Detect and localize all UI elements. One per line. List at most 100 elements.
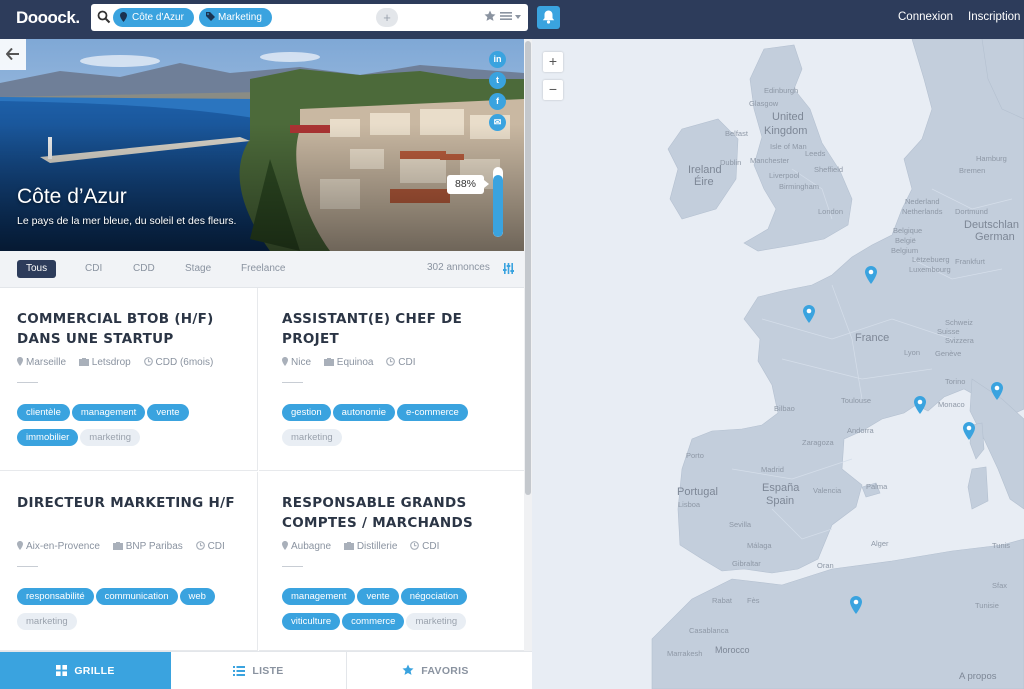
map-label: Toulouse: [841, 396, 872, 405]
job-city: Marseille: [26, 357, 67, 368]
menu-icon[interactable]: [500, 10, 512, 22]
job-title[interactable]: ASSISTANT(E) CHEF DE PROJET: [282, 309, 502, 349]
chevron-down-icon[interactable]: [515, 15, 521, 19]
filter-tab-freelance[interactable]: Freelance: [232, 260, 294, 278]
map-pin-icon[interactable]: [850, 596, 862, 614]
skill-tag[interactable]: vente: [147, 404, 189, 421]
skill-tag[interactable]: immobilier: [17, 429, 79, 446]
back-button[interactable]: [0, 39, 26, 70]
map-label: Bilbao: [774, 404, 795, 413]
skill-tag[interactable]: négociation: [400, 588, 468, 605]
job-contract: CDI: [398, 357, 416, 368]
map-panel[interactable]: + − United Kingdom Ireland Éire France E…: [532, 39, 1024, 689]
map-pin-icon[interactable]: [963, 422, 975, 440]
job-card[interactable]: COMMERCIAL BTOB (H/F) DANS UNE STARTUP M…: [0, 288, 258, 471]
job-city: Aix-en-Provence: [26, 541, 100, 552]
category-tag[interactable]: marketing: [80, 429, 141, 446]
skill-tag[interactable]: autonomie: [332, 404, 396, 421]
skill-tag[interactable]: clientèle: [17, 404, 70, 421]
zoom-in-button[interactable]: +: [543, 52, 563, 72]
notifications-button[interactable]: [537, 6, 560, 29]
map-label: Suisse: [937, 327, 960, 336]
skill-tag[interactable]: management: [71, 404, 146, 421]
map-pin-icon[interactable]: [914, 396, 926, 414]
tab-grid[interactable]: GRILLE: [0, 652, 171, 689]
zoom-out-button[interactable]: −: [543, 80, 563, 100]
tab-list[interactable]: LISTE: [171, 652, 347, 689]
job-title[interactable]: RESPONSABLE GRANDS COMPTES / MARCHANDS: [282, 493, 502, 533]
map-label: Tunis: [992, 541, 1011, 550]
map-label: London: [818, 207, 844, 216]
clock-icon: [195, 541, 205, 550]
map-label: Monaco: [938, 400, 965, 409]
map-pin-icon[interactable]: [803, 305, 815, 323]
signup-link[interactable]: Inscription: [968, 11, 1020, 23]
filter-tab-cdi[interactable]: CDI: [76, 260, 111, 278]
filter-tab-cdd[interactable]: CDD: [124, 260, 164, 278]
pin-icon: [17, 541, 23, 550]
hero-banner: in t f ✉ Côte d’Azur Le pays de la mer b…: [0, 39, 524, 251]
map-label: Rabat: [712, 596, 733, 605]
sliders-icon[interactable]: [503, 263, 514, 274]
map-label: Kingdom: [764, 125, 808, 137]
map-label: België: [895, 236, 916, 245]
map-label: Glasgow: [749, 99, 779, 108]
map-label: Belgium: [891, 246, 919, 255]
job-meta: Nice Equinoa CDI: [282, 357, 426, 368]
filter-tab-tous[interactable]: Tous: [17, 260, 57, 278]
skill-tag[interactable]: responsabilité: [17, 588, 94, 605]
star-icon[interactable]: [484, 10, 496, 22]
job-card[interactable]: ASSISTANT(E) CHEF DE PROJET Nice Equinoa…: [259, 288, 524, 471]
add-filter-button[interactable]: +: [376, 8, 398, 27]
skill-tag[interactable]: commerce: [342, 613, 405, 630]
scrollbar-thumb[interactable]: [525, 41, 531, 495]
linkedin-icon[interactable]: in: [489, 51, 506, 68]
skill-tag[interactable]: communication: [95, 588, 178, 605]
tab-favorites[interactable]: FAVORIS: [347, 652, 524, 689]
skill-tag[interactable]: management: [282, 588, 356, 605]
job-title[interactable]: DIRECTEUR MARKETING H/F: [17, 493, 237, 513]
login-link[interactable]: Connexion: [898, 11, 953, 23]
map-label: Valencia: [813, 486, 842, 495]
map-label: Isle of Man: [770, 142, 807, 151]
twitter-icon[interactable]: t: [489, 72, 506, 89]
match-percent-badge: 88%: [447, 175, 489, 194]
skill-tag[interactable]: viticulture: [282, 613, 341, 630]
map-pin-icon[interactable]: [991, 382, 1003, 400]
skill-tag[interactable]: e-commerce: [397, 404, 468, 421]
job-title[interactable]: COMMERCIAL BTOB (H/F) DANS UNE STARTUP: [17, 309, 237, 349]
map-label: France: [855, 332, 890, 344]
email-icon[interactable]: ✉: [489, 114, 506, 131]
map-label: Liverpool: [769, 171, 800, 180]
map-label: Sheffield: [814, 165, 844, 174]
divider: [282, 566, 303, 567]
category-chip[interactable]: Marketing: [199, 8, 272, 27]
map-label: Luxembourg: [909, 265, 951, 274]
job-card[interactable]: DIRECTEUR MARKETING H/F Aix-en-Provence …: [0, 472, 258, 651]
map-label: Alger: [871, 539, 889, 548]
job-meta: Marseille Letsdrop CDD (6mois): [17, 357, 223, 368]
map-label: Lyon: [904, 348, 920, 357]
map-label: Frankfurt: [955, 257, 986, 266]
logo[interactable]: Dooock.: [16, 8, 80, 28]
location-chip[interactable]: Côte d'Azur: [113, 8, 194, 27]
search-bar[interactable]: Côte d'Azur Marketing +: [91, 4, 528, 31]
job-card[interactable]: RESPONSABLE GRANDS COMPTES / MARCHANDS A…: [259, 472, 524, 651]
job-city: Aubagne: [291, 541, 332, 552]
map-label: Belfast: [725, 129, 748, 138]
building-icon: [78, 358, 89, 366]
job-contract: CDD (6mois): [155, 357, 214, 368]
category-tag[interactable]: marketing: [17, 613, 77, 630]
category-tag[interactable]: marketing: [282, 429, 342, 446]
about-link[interactable]: A propos: [959, 671, 997, 682]
skill-tag[interactable]: gestion: [282, 404, 331, 421]
facebook-icon[interactable]: f: [489, 93, 506, 110]
map-pin-icon[interactable]: [865, 266, 877, 284]
filter-tab-stage[interactable]: Stage: [176, 260, 220, 278]
pin-icon: [282, 541, 288, 550]
category-tag[interactable]: marketing: [406, 613, 467, 630]
contract-filter-bar: Tous CDI CDD Stage Freelance 302 annonce…: [0, 251, 524, 288]
map-label: Porto: [686, 451, 704, 460]
skill-tag[interactable]: web: [179, 588, 215, 605]
skill-tag[interactable]: vente: [357, 588, 399, 605]
